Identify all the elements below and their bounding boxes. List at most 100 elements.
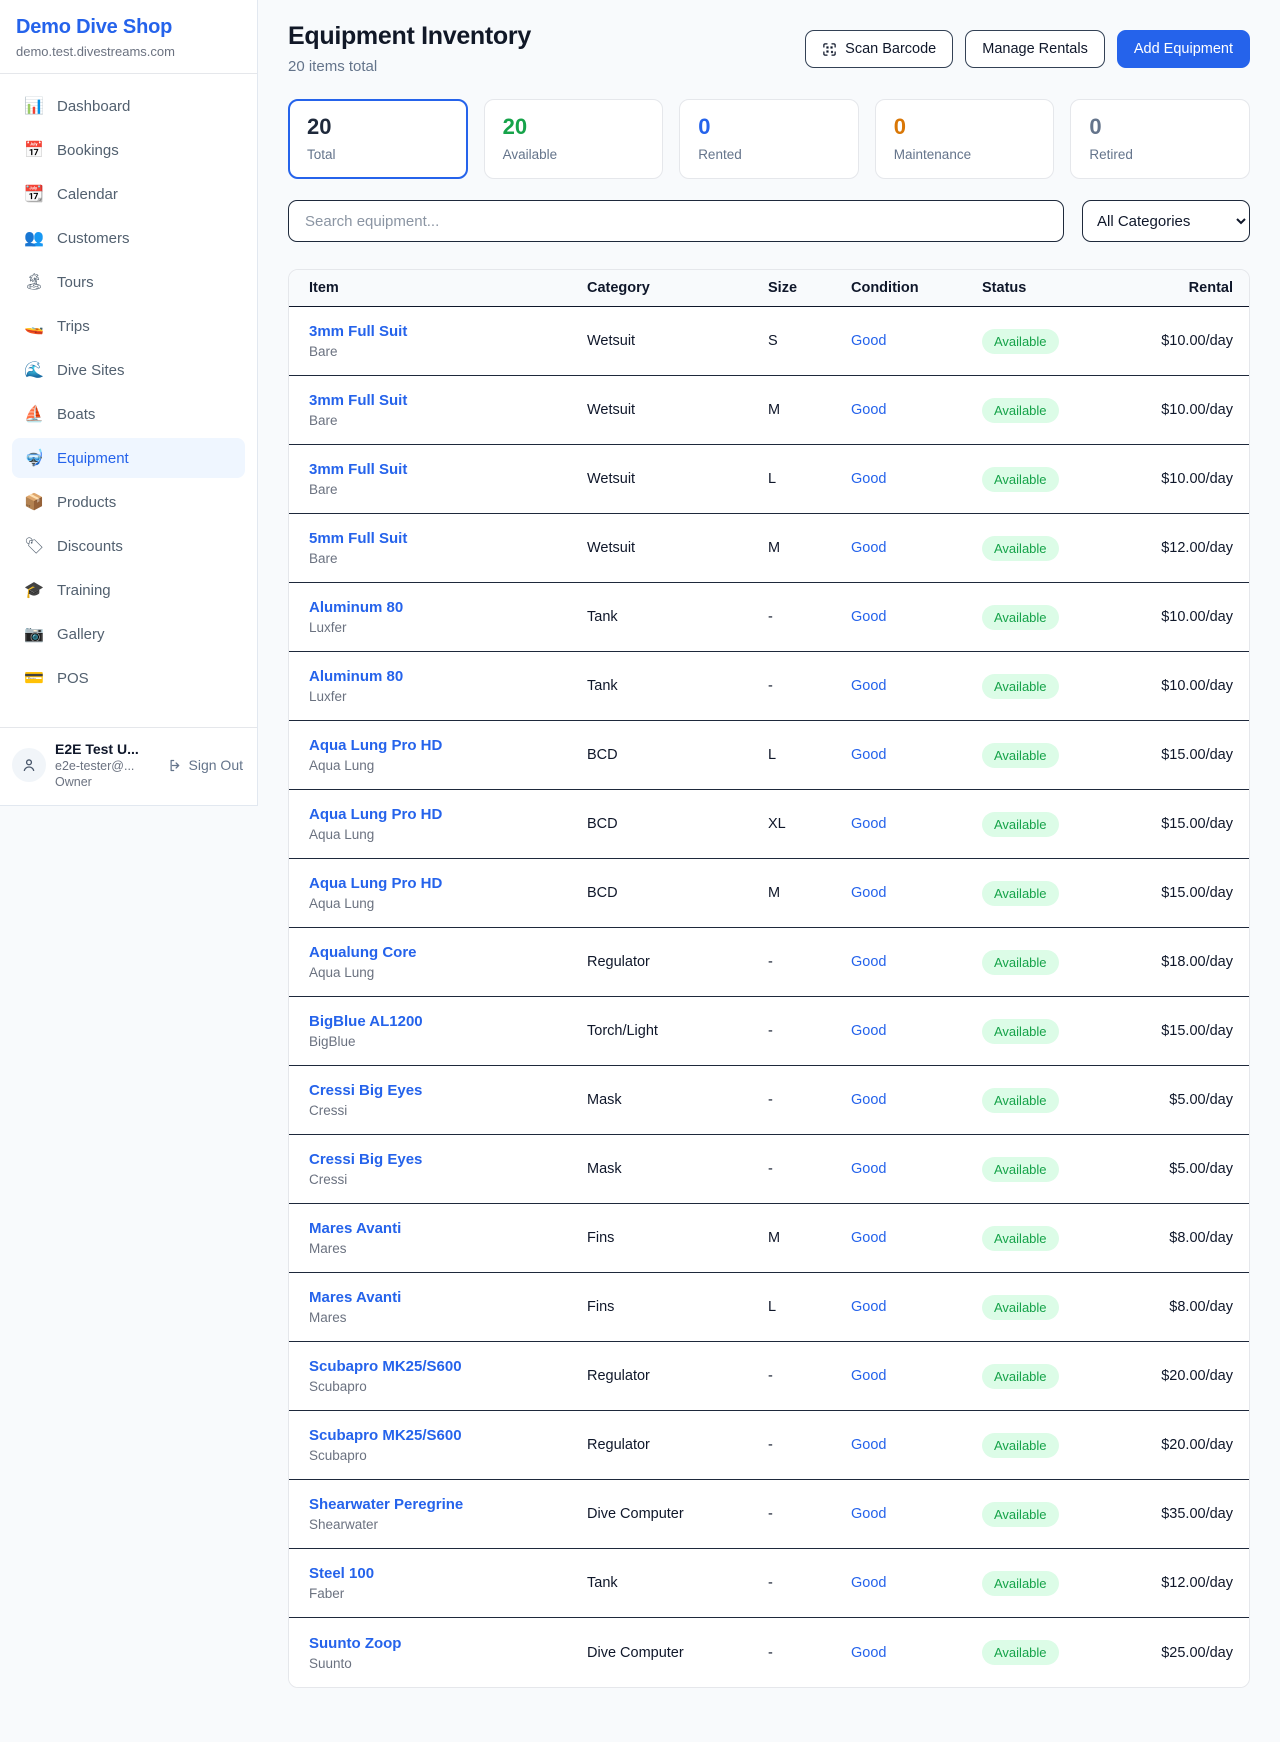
condition-link[interactable]: Good [849, 609, 980, 625]
condition-link[interactable]: Good [849, 1437, 980, 1453]
sidebar-item-tours[interactable]: 🏝 Tours [12, 262, 245, 302]
condition-link[interactable]: Good [849, 1575, 980, 1591]
sidebar-item-calendar[interactable]: 📆 Calendar [12, 174, 245, 214]
condition-link[interactable]: Good [849, 540, 980, 556]
category-select[interactable]: All Categories [1082, 200, 1250, 242]
item-name-link[interactable]: Aluminum 80 [309, 599, 585, 616]
category-cell: Fins [585, 1230, 766, 1246]
item-name-link[interactable]: 3mm Full Suit [309, 461, 585, 478]
stat-card-{label}[interactable]: 20 Total [288, 99, 468, 179]
condition-link[interactable]: Good [849, 333, 980, 349]
item-name-link[interactable]: Cressi Big Eyes [309, 1082, 585, 1099]
condition-link[interactable]: Good [849, 954, 980, 970]
item-cell: Scubapro MK25/S600 Scubapro [289, 1358, 585, 1394]
table-row: BigBlue AL1200 BigBlue Torch/Light - Goo… [289, 997, 1249, 1066]
sidebar-item-pos[interactable]: 💳 POS [12, 658, 245, 698]
search-input[interactable] [288, 200, 1064, 242]
table-row: 3mm Full Suit Bare Wetsuit L Good Availa… [289, 445, 1249, 514]
size-cell: - [766, 1161, 849, 1177]
stat-card-{label}[interactable]: 0 Maintenance [875, 99, 1055, 179]
size-cell: XL [766, 816, 849, 832]
condition-link[interactable]: Good [849, 1368, 980, 1384]
condition-link[interactable]: Good [849, 1092, 980, 1108]
condition-link[interactable]: Good [849, 1299, 980, 1315]
condition-link[interactable]: Good [849, 1506, 980, 1522]
rental-cell: $12.00/day [1130, 1575, 1249, 1591]
item-name-link[interactable]: 3mm Full Suit [309, 392, 585, 409]
condition-link[interactable]: Good [849, 747, 980, 763]
status-cell: Available [980, 812, 1130, 837]
item-name-link[interactable]: 3mm Full Suit [309, 323, 585, 340]
sidebar-item-products[interactable]: 📦 Products [12, 482, 245, 522]
item-name-link[interactable]: 5mm Full Suit [309, 530, 585, 547]
condition-link[interactable]: Good [849, 402, 980, 418]
stat-card-{label}[interactable]: 20 Available [484, 99, 664, 179]
item-name-link[interactable]: Aqua Lung Pro HD [309, 806, 585, 823]
item-name-link[interactable]: Mares Avanti [309, 1220, 585, 1237]
manage-rentals-label: Manage Rentals [982, 41, 1088, 57]
status-badge: Available [982, 536, 1059, 561]
sidebar-item-boats[interactable]: ⛵ Boats [12, 394, 245, 434]
item-name-link[interactable]: Scubapro MK25/S600 [309, 1358, 585, 1375]
condition-link[interactable]: Good [849, 1023, 980, 1039]
item-name-link[interactable]: BigBlue AL1200 [309, 1013, 585, 1030]
stat-value: 20 [503, 114, 645, 140]
brand-domain: demo.test.divestreams.com [16, 44, 241, 59]
item-name-link[interactable]: Aqualung Core [309, 944, 585, 961]
item-name-link[interactable]: Suunto Zoop [309, 1635, 585, 1652]
sidebar-item-training[interactable]: 🎓 Training [12, 570, 245, 610]
item-name-link[interactable]: Aqua Lung Pro HD [309, 737, 585, 754]
size-cell: M [766, 1230, 849, 1246]
rental-cell: $10.00/day [1130, 609, 1249, 625]
sidebar-item-dive-sites[interactable]: 🌊 Dive Sites [12, 350, 245, 390]
sidebar-item-customers[interactable]: 👥 Customers [12, 218, 245, 258]
stat-card-{label}[interactable]: 0 Rented [679, 99, 859, 179]
item-name-link[interactable]: Aqua Lung Pro HD [309, 875, 585, 892]
condition-link[interactable]: Good [849, 1645, 980, 1661]
sidebar-item-trips[interactable]: 🚤 Trips [12, 306, 245, 346]
table-row: Aluminum 80 Luxfer Tank - Good Available… [289, 583, 1249, 652]
stat-card-{label}[interactable]: 0 Retired [1070, 99, 1250, 179]
item-name-link[interactable]: Cressi Big Eyes [309, 1151, 585, 1168]
item-name-link[interactable]: Scubapro MK25/S600 [309, 1427, 585, 1444]
stat-value: 0 [1089, 114, 1231, 140]
item-name-link[interactable]: Aluminum 80 [309, 668, 585, 685]
item-name-link[interactable]: Steel 100 [309, 1565, 585, 1582]
user-role: Owner [55, 775, 159, 789]
add-equipment-button[interactable]: Add Equipment [1117, 30, 1250, 68]
status-cell: Available [980, 743, 1130, 768]
sidebar-item-bookings[interactable]: 📅 Bookings [12, 130, 245, 170]
sidebar-item-discounts[interactable]: 🏷 Discounts [12, 526, 245, 566]
size-cell: - [766, 1023, 849, 1039]
condition-link[interactable]: Good [849, 1230, 980, 1246]
sidebar-item-label: Training [57, 582, 111, 599]
condition-link[interactable]: Good [849, 1161, 980, 1177]
item-cell: 5mm Full Suit Bare [289, 530, 585, 566]
item-brand: Bare [309, 551, 585, 566]
sidebar-item-equipment[interactable]: 🤿 Equipment [12, 438, 245, 478]
scan-barcode-button[interactable]: Scan Barcode [805, 30, 953, 68]
sidebar-item-gallery[interactable]: 📷 Gallery [12, 614, 245, 654]
condition-link[interactable]: Good [849, 885, 980, 901]
manage-rentals-button[interactable]: Manage Rentals [965, 30, 1105, 68]
item-cell: Mares Avanti Mares [289, 1220, 585, 1256]
item-cell: 3mm Full Suit Bare [289, 392, 585, 428]
sign-out-button[interactable]: Sign Out [168, 757, 243, 773]
item-cell: Cressi Big Eyes Cressi [289, 1151, 585, 1187]
condition-link[interactable]: Good [849, 471, 980, 487]
sidebar-item-label: Discounts [57, 538, 123, 555]
status-badge: Available [982, 674, 1059, 699]
header-actions: Scan Barcode Manage Rentals Add Equipmen… [805, 30, 1250, 68]
item-name-link[interactable]: Mares Avanti [309, 1289, 585, 1306]
sidebar-item-dashboard[interactable]: 📊 Dashboard [12, 86, 245, 126]
equipment-icon: 🤿 [24, 448, 44, 468]
rental-cell: $15.00/day [1130, 885, 1249, 901]
condition-link[interactable]: Good [849, 678, 980, 694]
column-size: Size [766, 280, 849, 296]
condition-link[interactable]: Good [849, 816, 980, 832]
rental-cell: $20.00/day [1130, 1437, 1249, 1453]
item-brand: Luxfer [309, 689, 585, 704]
item-name-link[interactable]: Shearwater Peregrine [309, 1496, 585, 1513]
item-cell: Shearwater Peregrine Shearwater [289, 1496, 585, 1532]
pos-icon: 💳 [24, 668, 44, 688]
